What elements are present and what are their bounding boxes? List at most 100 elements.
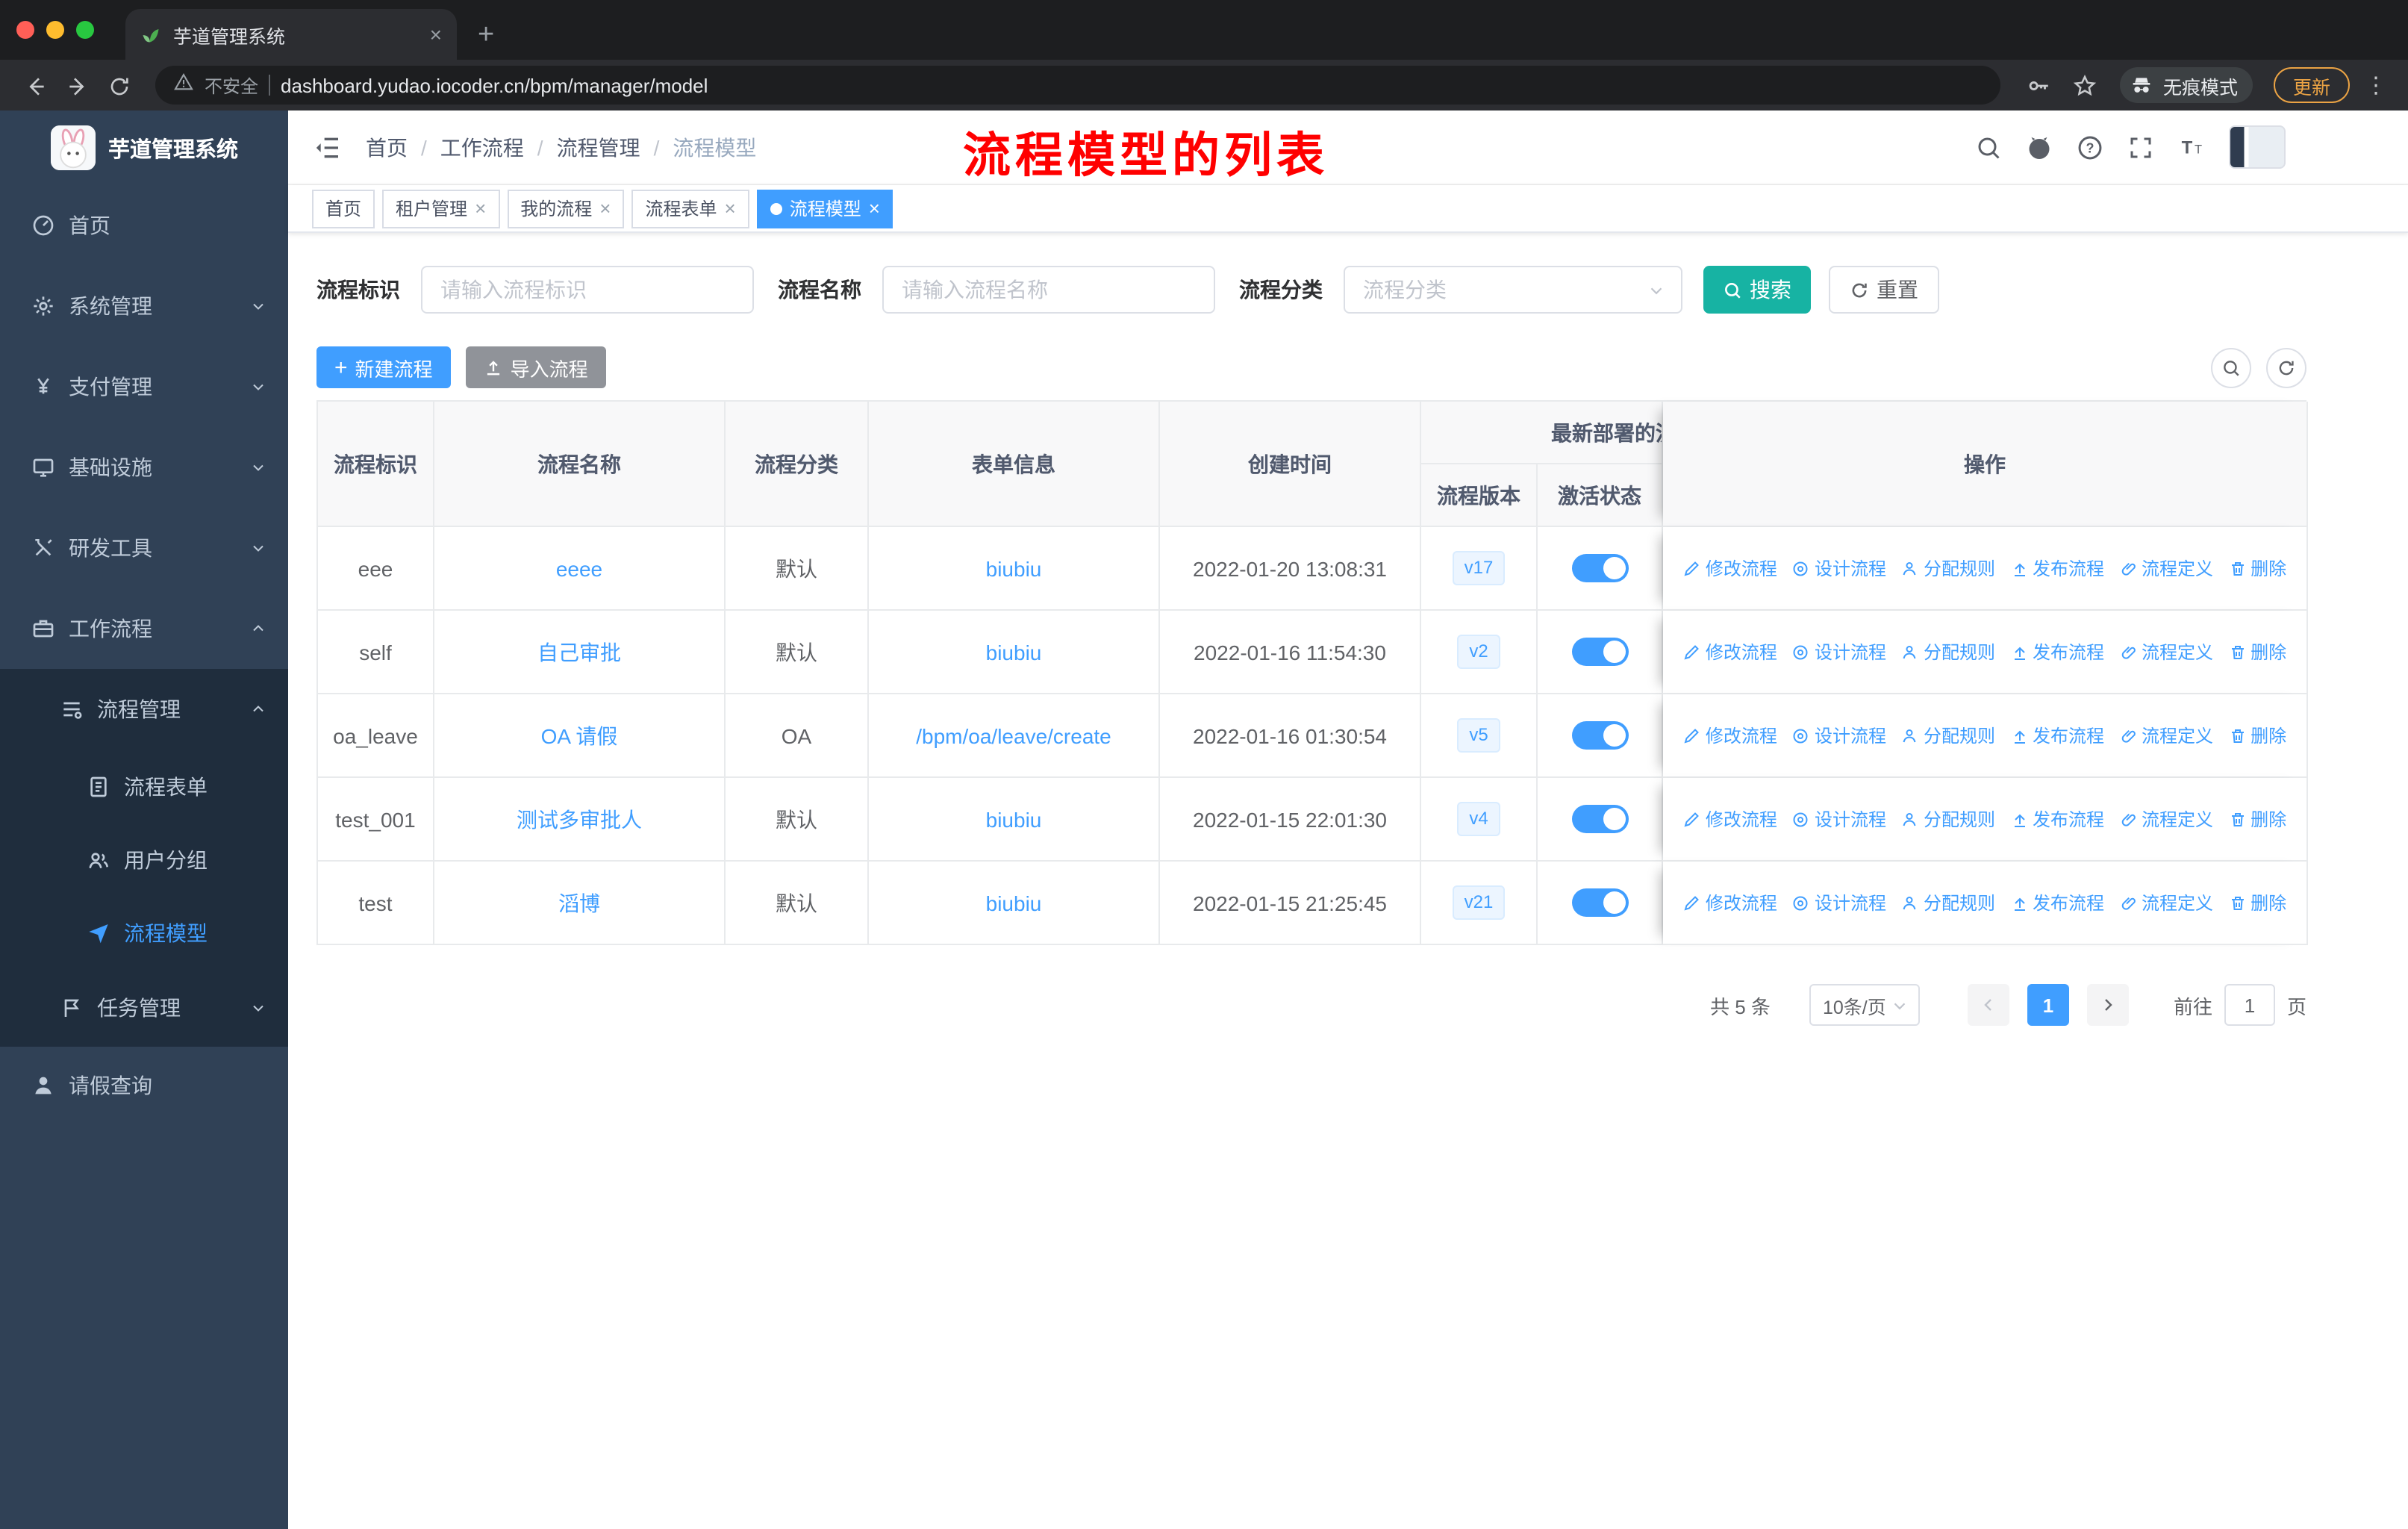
design-process-link[interactable]: 设计流程 (1792, 639, 1886, 664)
reset-button[interactable]: 重置 (1829, 266, 1939, 314)
active-toggle[interactable] (1571, 888, 1628, 917)
minimize-window-button[interactable] (46, 21, 64, 39)
assign-process-link[interactable]: 分配规则 (1901, 890, 1995, 915)
sidebar-item-process-model[interactable]: 流程模型 (0, 896, 288, 969)
publish-process-link[interactable]: 发布流程 (2010, 555, 2104, 581)
github-icon[interactable] (2026, 134, 2053, 161)
goto-page-input[interactable] (2224, 984, 2275, 1026)
tag-my-process[interactable]: 我的流程 (507, 189, 625, 228)
publish-process-link[interactable]: 发布流程 (2010, 890, 2104, 915)
zoom-window-button[interactable] (76, 21, 94, 39)
back-icon[interactable] (15, 72, 57, 98)
form-info-link[interactable]: biubiu (986, 556, 1042, 580)
publish-process-link[interactable]: 发布流程 (2010, 723, 2104, 748)
assign-process-link[interactable]: 分配规则 (1901, 723, 1995, 748)
create-process-button[interactable]: + 新建流程 (316, 346, 451, 388)
sidebar-item-system[interactable]: 系统管理 (0, 266, 288, 346)
active-toggle[interactable] (1571, 805, 1628, 833)
bookmark-star-icon[interactable] (2072, 72, 2097, 98)
form-info-link[interactable]: /bpm/oa/leave/create (916, 723, 1111, 747)
sidebar-item-payment[interactable]: 支付管理 (0, 346, 288, 427)
help-icon[interactable]: ? (2077, 134, 2103, 161)
refresh-table-button[interactable] (2266, 347, 2306, 387)
process-id-input[interactable] (421, 266, 754, 314)
prev-page-button[interactable] (1967, 984, 2009, 1026)
sidebar-item-infra[interactable]: 基础设施 (0, 427, 288, 508)
definition-process-link[interactable]: 流程定义 (2119, 890, 2213, 915)
next-page-button[interactable] (2086, 984, 2129, 1026)
tag-process-form[interactable]: 流程表单 (631, 189, 749, 228)
browser-menu-icon[interactable]: ⋮ (2365, 72, 2387, 99)
tag-home[interactable]: 首页 (312, 189, 375, 228)
publish-process-link[interactable]: 发布流程 (2010, 806, 2104, 832)
delete-process-link[interactable]: 删除 (2228, 723, 2286, 748)
design-process-link[interactable]: 设计流程 (1792, 723, 1886, 748)
active-toggle[interactable] (1571, 721, 1628, 750)
close-icon[interactable] (599, 199, 611, 218)
assign-process-link[interactable]: 分配规则 (1901, 555, 1995, 581)
edit-process-link[interactable]: 修改流程 (1683, 723, 1777, 748)
definition-process-link[interactable]: 流程定义 (2119, 639, 2213, 664)
close-window-button[interactable] (16, 21, 34, 39)
sidebar-fold-icon[interactable] (312, 132, 342, 162)
assign-process-link[interactable]: 分配规则 (1901, 639, 1995, 664)
edit-process-link[interactable]: 修改流程 (1683, 806, 1777, 832)
tab-close-icon[interactable] (430, 22, 442, 46)
breadcrumb-process-mgmt[interactable]: 流程管理 (557, 132, 640, 162)
design-process-link[interactable]: 设计流程 (1792, 555, 1886, 581)
process-name-link[interactable]: 滔博 (558, 888, 600, 918)
fullscreen-icon[interactable] (2127, 134, 2154, 161)
tag-tenant-mgmt[interactable]: 租户管理 (382, 189, 500, 228)
page-size-select[interactable]: 10条/页 (1809, 984, 1920, 1026)
form-info-link[interactable]: biubiu (986, 891, 1042, 915)
close-icon[interactable] (725, 199, 736, 218)
close-icon[interactable] (475, 199, 486, 218)
sidebar-item-process-mgmt[interactable]: 流程管理 (0, 669, 288, 750)
form-info-link[interactable]: biubiu (986, 640, 1042, 664)
key-icon[interactable] (2026, 72, 2051, 98)
delete-process-link[interactable]: 删除 (2228, 555, 2286, 581)
import-process-button[interactable]: 导入流程 (465, 346, 606, 388)
sidebar-item-process-form[interactable]: 流程表单 (0, 750, 288, 823)
search-icon[interactable] (1975, 134, 2002, 161)
delete-process-link[interactable]: 删除 (2228, 890, 2286, 915)
category-select[interactable]: 流程分类 (1344, 266, 1682, 314)
definition-process-link[interactable]: 流程定义 (2119, 723, 2213, 748)
definition-process-link[interactable]: 流程定义 (2119, 555, 2213, 581)
sidebar-item-devtools[interactable]: 研发工具 (0, 508, 288, 588)
new-tab-button[interactable]: + (478, 21, 494, 49)
update-button[interactable]: 更新 (2273, 67, 2350, 103)
sidebar-item-leave-query[interactable]: 请假查询 (0, 1047, 288, 1124)
avatar[interactable] (2229, 125, 2286, 169)
close-icon[interactable] (869, 199, 880, 218)
sidebar-item-workflow[interactable]: 工作流程 (0, 588, 288, 669)
process-name-link[interactable]: OA 请假 (541, 720, 618, 750)
reload-icon[interactable] (99, 72, 140, 98)
edit-process-link[interactable]: 修改流程 (1683, 639, 1777, 664)
process-name-link[interactable]: eeee (556, 556, 602, 580)
delete-process-link[interactable]: 删除 (2228, 806, 2286, 832)
publish-process-link[interactable]: 发布流程 (2010, 639, 2104, 664)
active-toggle[interactable] (1571, 554, 1628, 582)
current-page-button[interactable]: 1 (2027, 984, 2069, 1026)
delete-process-link[interactable]: 删除 (2228, 639, 2286, 664)
url-bar[interactable]: 不安全 dashboard.yudao.iocoder.cn/bpm/manag… (155, 66, 2000, 105)
breadcrumb-workflow[interactable]: 工作流程 (440, 132, 524, 162)
font-size-icon[interactable]: TT (2178, 134, 2205, 161)
search-button[interactable]: 搜索 (1703, 266, 1811, 314)
design-process-link[interactable]: 设计流程 (1792, 806, 1886, 832)
process-name-input[interactable] (882, 266, 1215, 314)
toggle-search-button[interactable] (2211, 347, 2251, 387)
form-info-link[interactable]: biubiu (986, 807, 1042, 831)
breadcrumb-home[interactable]: 首页 (366, 132, 408, 162)
definition-process-link[interactable]: 流程定义 (2119, 806, 2213, 832)
edit-process-link[interactable]: 修改流程 (1683, 890, 1777, 915)
sidebar-item-user-group[interactable]: 用户分组 (0, 823, 288, 896)
tag-process-model[interactable]: 流程模型 (756, 189, 893, 228)
process-name-link[interactable]: 测试多审批人 (517, 804, 642, 834)
edit-process-link[interactable]: 修改流程 (1683, 555, 1777, 581)
design-process-link[interactable]: 设计流程 (1792, 890, 1886, 915)
sidebar-item-home[interactable]: 首页 (0, 185, 288, 266)
forward-icon[interactable] (57, 72, 99, 98)
sidebar-item-task-mgmt[interactable]: 任务管理 (0, 969, 288, 1047)
